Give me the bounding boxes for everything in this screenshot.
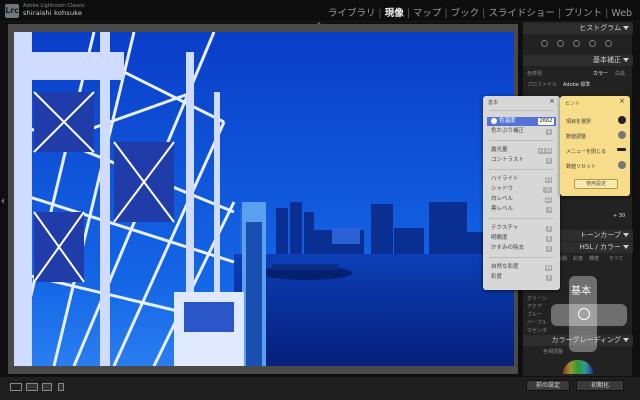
module-picker: ライブラリ | 現像 | マップ | ブック | スライドショー | プリント | Web (328, 5, 632, 19)
basic-row-saturation[interactable]: 彩度 0 (491, 273, 554, 282)
basic-row-dehaze[interactable]: かすみの除去 0 (491, 244, 554, 253)
treatment-label: 色表現 (527, 71, 543, 77)
bottom-toolbar: 前の設定 初期化 (0, 376, 640, 400)
lightroom-window: Lrc Adobe Lightroom Classic shiraishi ko… (0, 0, 640, 400)
left-panel-toggle-icon[interactable] (1, 198, 4, 204)
hint-adjust-value: 数値調整 (566, 134, 587, 140)
basic-panel-header[interactable]: 基本補正 (523, 55, 633, 66)
profile-value[interactable]: Adobe 標準 (563, 81, 590, 88)
hud-center-knob[interactable] (578, 308, 590, 320)
masking-icon[interactable] (589, 40, 596, 47)
divider (489, 169, 554, 170)
hsl-tab-luminance[interactable]: 輝度 (589, 255, 599, 262)
basic-popup-title: 基本 (488, 100, 499, 106)
hint-close-menu: メニューを閉じる (566, 149, 607, 155)
treatment-bw[interactable]: 白黒 (615, 70, 625, 77)
basic-adjust-popup: 基本 × 色温度 2662 色かぶり補正 4 露光量 +1.50 コントラスト 0 ハイ… (483, 96, 560, 290)
hsl-row-green: グリーン (527, 296, 547, 302)
spot-removal-icon[interactable] (557, 40, 564, 47)
loupe-view-icon[interactable] (10, 383, 22, 391)
histogram-header[interactable]: ヒストグラム (523, 23, 633, 34)
divider (489, 218, 554, 219)
toolbar-menu-icon[interactable] (58, 383, 64, 391)
hint-reset-value: 数値リセット (566, 164, 597, 170)
photo-preview[interactable] (14, 32, 514, 366)
crop-tool-icon[interactable] (541, 40, 548, 47)
temperature-icon (491, 117, 497, 124)
hud-label: 基本 (571, 286, 591, 297)
compare-icon[interactable] (42, 383, 52, 391)
basic-row-temperature[interactable]: 色温度 2662 (487, 117, 556, 126)
module-slideshow[interactable]: スライドショー (488, 5, 555, 19)
hsl-row-magenta: マゼンタ (527, 328, 548, 334)
temperature-value[interactable]: 2662 (538, 118, 554, 125)
preset-icon[interactable] (605, 40, 612, 47)
hsl-row-purple: パープル (527, 320, 547, 326)
red-eye-icon[interactable] (573, 40, 580, 47)
reset-button[interactable]: 初期化 (576, 380, 624, 391)
knob-icon (618, 131, 626, 139)
previous-settings-button[interactable]: 前の設定 (526, 380, 570, 391)
usage-settings-button[interactable]: 使用設定 (574, 179, 618, 189)
basic-collapse-icon[interactable] (623, 58, 629, 62)
hud-overlay: 基本 (551, 276, 627, 356)
before-after-icon[interactable] (26, 383, 38, 391)
histogram-collapse-icon[interactable] (623, 26, 629, 30)
divider (489, 140, 554, 141)
basic-row-whites[interactable]: 白レベル 22 (491, 195, 554, 204)
profile-label: プロファイル (527, 82, 558, 88)
hint-popup: ヒント × 項目を選択 数値調整 メニューを閉じる 数値リセット 使用設定 (560, 96, 630, 196)
slider-value: + 30 (613, 213, 626, 219)
module-web[interactable]: Web (611, 8, 632, 19)
module-print[interactable]: プリント (564, 5, 602, 19)
hsl-row-aqua: アクア (527, 304, 542, 310)
hint-popup-title: ヒント (565, 101, 581, 107)
basic-row-shadows[interactable]: シャドウ -11 (491, 185, 554, 194)
basic-row-contrast[interactable]: コントラスト 0 (491, 156, 554, 165)
module-develop[interactable]: 現像 (385, 5, 404, 19)
hsl-collapse-icon[interactable] (623, 245, 629, 249)
basic-popup-close-icon[interactable]: × (549, 97, 555, 105)
bar-icon (617, 148, 626, 151)
module-book[interactable]: ブック (451, 5, 480, 19)
basic-row-blacks[interactable]: 黒レベル -4 (491, 205, 554, 214)
divider (489, 110, 554, 111)
hsl-row-blue: ブルー (527, 312, 543, 318)
basic-row-vibrance[interactable]: 自然な彩度 30 (491, 263, 554, 272)
identity-plate-bar: Lrc Adobe Lightroom Classic shiraishi ko… (0, 0, 640, 22)
hsl-tab-all[interactable]: すべて (609, 255, 623, 262)
basic-row-clarity[interactable]: 明瞭度 0 (491, 234, 554, 243)
basic-row-highlights[interactable]: ハイライト 22 (491, 175, 554, 184)
photo-image (14, 32, 514, 366)
lightroom-logo: Lrc (5, 4, 19, 18)
basic-row-exposure[interactable]: 露光量 +1.50 (491, 146, 554, 155)
basic-row-texture[interactable]: テクスチャ 0 (491, 224, 554, 233)
hint-select-item: 項目を選択 (566, 119, 592, 125)
module-map[interactable]: マップ (413, 5, 442, 19)
module-library[interactable]: ライブラリ (328, 5, 376, 19)
tone-curve-collapse-icon[interactable] (623, 233, 629, 237)
treatment-color[interactable]: カラー (593, 70, 608, 77)
hint-popup-close-icon[interactable]: × (619, 97, 625, 105)
identity-user-name: shiraishi kohsuke (23, 9, 83, 17)
dial-icon (618, 116, 626, 124)
tool-strip (523, 36, 633, 50)
knob-press-icon (618, 161, 626, 169)
basic-row-tint[interactable]: 色かぶり補正 4 (491, 127, 554, 136)
divider (489, 257, 554, 258)
color-wheel[interactable] (563, 360, 593, 374)
hsl-tab-saturation[interactable]: 彩度 (573, 255, 583, 262)
